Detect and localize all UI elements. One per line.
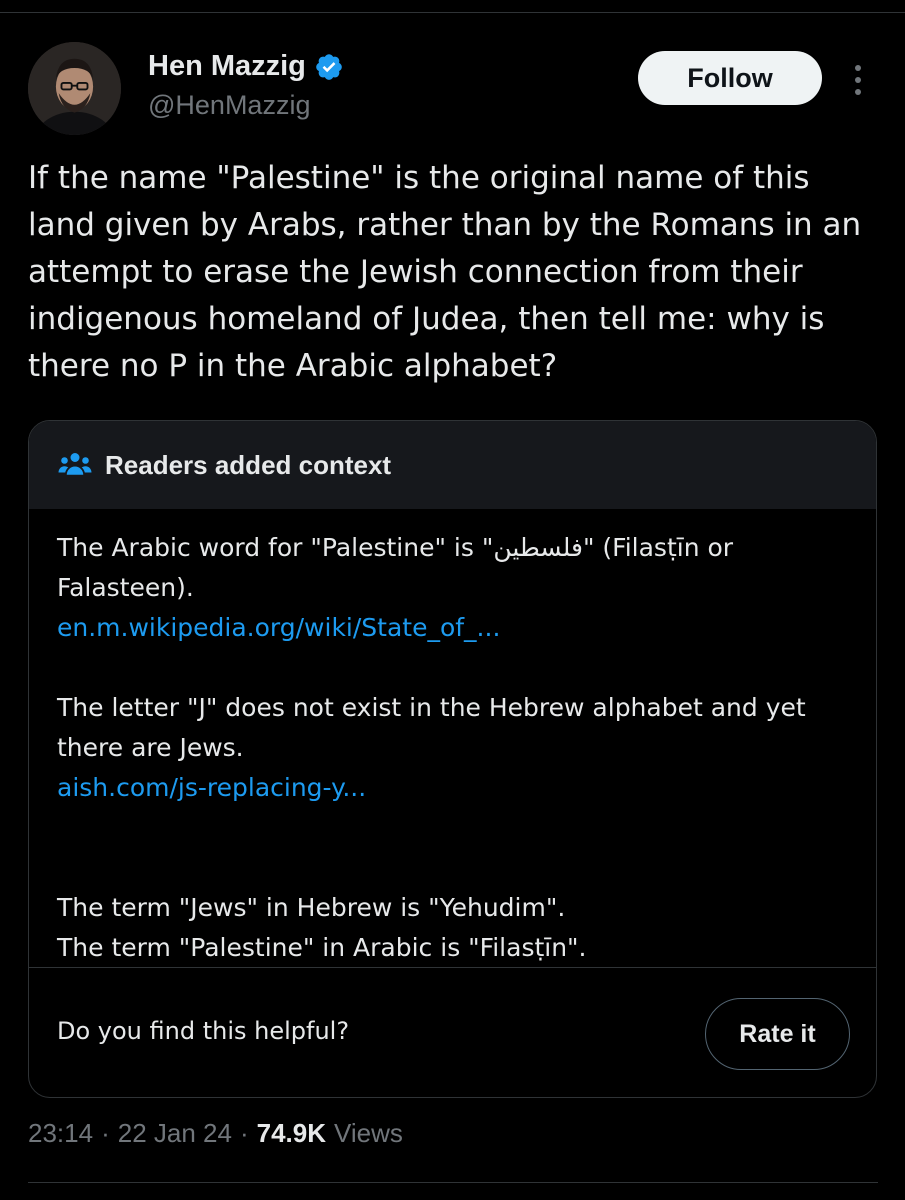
- note-paragraph: The letter "J" does not exist in the Heb…: [57, 688, 857, 808]
- follow-button[interactable]: Follow: [638, 51, 822, 105]
- bottom-divider: [28, 1182, 878, 1183]
- more-dot: [855, 77, 861, 83]
- note-paragraph: The term "Jews" in Hebrew is "Yehudim". …: [57, 848, 857, 968]
- note-paragraph-text: The letter "J" does not exist in the Heb…: [57, 693, 806, 762]
- rate-it-button[interactable]: Rate it: [705, 998, 850, 1070]
- more-dot: [855, 89, 861, 95]
- meta-separator: ·: [239, 1118, 249, 1148]
- views-label: Views: [334, 1118, 403, 1148]
- tweet-date[interactable]: 22 Jan 24: [118, 1118, 232, 1149]
- avatar-image: [28, 42, 121, 135]
- note-paragraph: The Arabic word for "Palestine" is "فلسط…: [57, 528, 857, 648]
- people-icon: [58, 453, 92, 475]
- tweet-text: If the name "Palestine" is the original …: [28, 160, 862, 384]
- top-divider: [0, 12, 905, 13]
- note-paragraph-text: The Arabic word for "Palestine" is "فلسط…: [57, 533, 734, 602]
- note-paragraph-text: The term "Jews" in Hebrew is "Yehudim". …: [57, 893, 587, 962]
- note-divider: [29, 967, 876, 968]
- tweet-meta: 23:14 · 22 Jan 24 · 74.9K Views: [28, 1118, 403, 1149]
- author-name[interactable]: Hen Mazzig: [148, 50, 306, 83]
- community-note-title: Readers added context: [105, 449, 392, 480]
- more-dot: [855, 65, 861, 71]
- note-link[interactable]: aish.com/js-replacing-y...: [57, 768, 857, 808]
- community-note-body: The Arabic word for "Palestine" is "فلسط…: [57, 528, 857, 1008]
- community-note-header: Readers added context: [29, 421, 876, 509]
- meta-separator: ·: [101, 1118, 110, 1148]
- views-count: 74.9K: [256, 1118, 327, 1148]
- avatar[interactable]: [28, 42, 121, 135]
- tweet-time[interactable]: 23:14: [28, 1118, 93, 1149]
- author-name-row[interactable]: Hen Mazzig: [148, 50, 344, 83]
- author-handle[interactable]: @HenMazzig: [148, 90, 310, 121]
- community-note: Readers added context The Arabic word fo…: [28, 420, 877, 1098]
- helpful-question: Do you find this helpful?: [57, 1017, 350, 1045]
- verified-badge-icon: [316, 53, 342, 80]
- note-link[interactable]: en.m.wikipedia.org/wiki/State_of_...: [57, 608, 857, 648]
- more-options-icon[interactable]: [843, 60, 873, 100]
